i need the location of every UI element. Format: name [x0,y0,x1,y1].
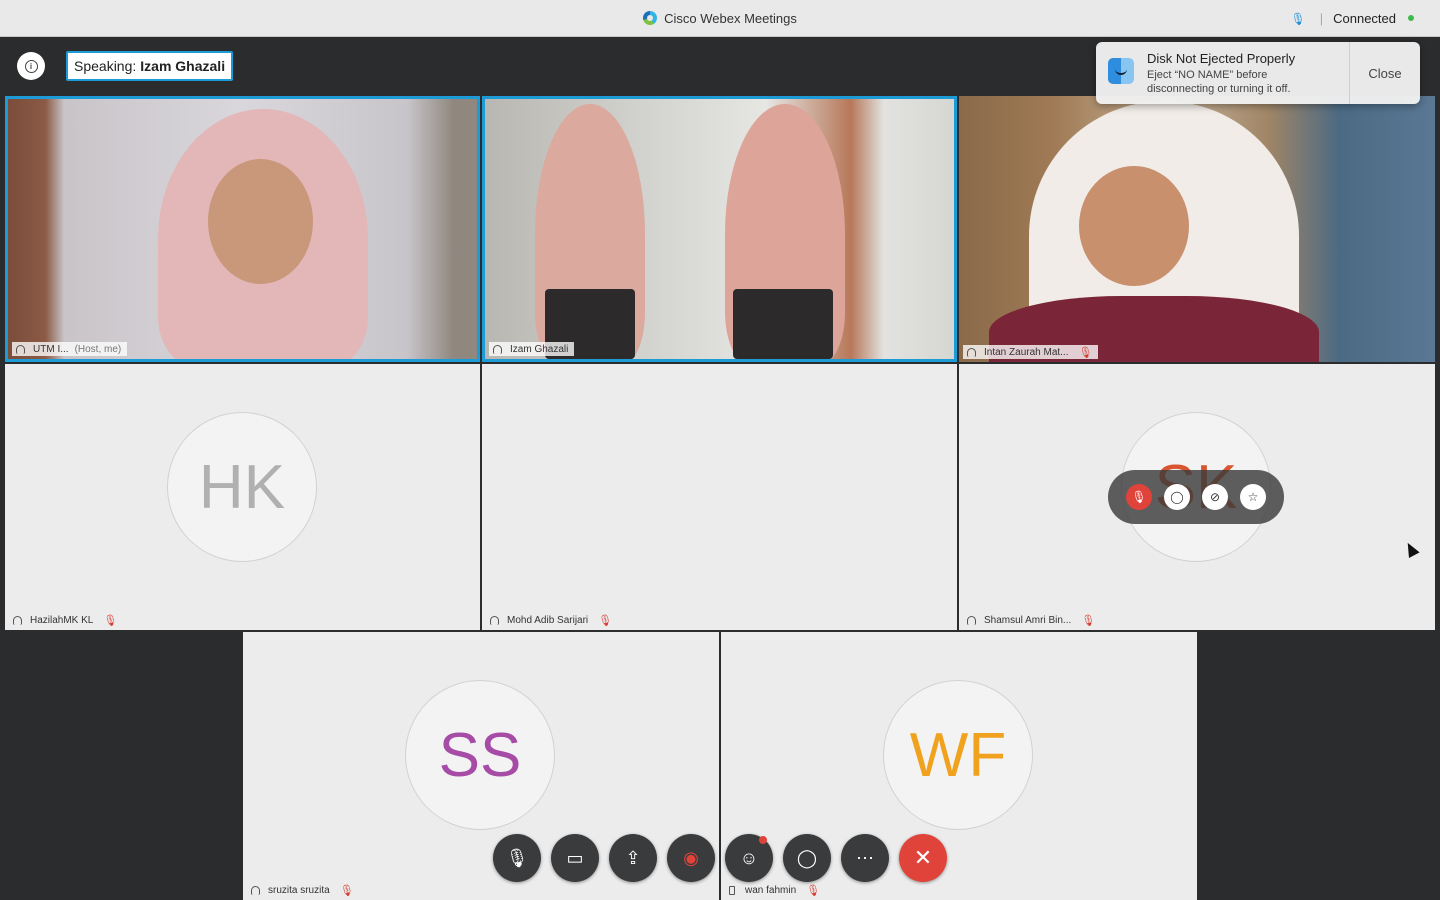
share-icon: ⇪ [625,847,641,868]
avatar: WF [883,680,1033,830]
audio-headset-icon [251,885,260,895]
info-icon: i [24,59,38,73]
avatar: HK [167,412,317,562]
participant-name-bar: sruzita sruzita 🎙︎ [247,883,360,897]
window-title: Cisco Webex Meetings [0,11,1440,26]
audio-headset-icon [13,615,22,625]
avatar: SS [405,680,555,830]
webex-logo-icon [643,11,658,25]
chat-icon: ◯ [1170,490,1184,504]
muted-mic-icon: 🎙︎ [103,614,118,627]
participant-hover-actions: 🎙︎ ◯ ⊘ ☆ [1108,470,1284,524]
participant-face [1079,166,1189,286]
chat-icon: ◯ [796,847,818,868]
disk-eject-notification: Disk Not Ejected Properly Eject “NO NAME… [1096,42,1420,104]
connected-indicator-icon [1408,15,1414,21]
notification-title: Disk Not Ejected Properly [1147,51,1296,66]
audio-headset-icon [967,615,976,625]
mute-participant-button[interactable]: 🎙︎ [1126,484,1152,510]
notification-body: Eject “NO NAME” before disconnecting or … [1147,69,1291,95]
block-icon: ⊘ [1209,490,1221,504]
participant-tile-hk[interactable]: HK HazilahMK KL 🎙︎ [5,364,480,630]
stop-video-button[interactable]: ▭ [551,834,599,882]
participants-button[interactable]: ☺ [725,834,773,882]
connection-status-label: Connected [1333,11,1396,26]
participant-name-bar: HazilahMK KL 🎙︎ [9,613,123,627]
participant-name-bar: Mohd Adib Sarijari 🎙︎ [486,613,618,627]
muted-mic-icon: 🎙︎ [1081,614,1096,627]
phone-audio-icon [729,885,735,895]
muted-mic-icon: 🎙︎ [339,884,354,897]
audio-headset-icon [493,344,502,354]
more-button[interactable]: ⋯ [841,834,889,882]
leave-icon: ✕ [913,845,933,870]
pin-participant-button[interactable]: ☆ [1240,484,1266,510]
mute-icon: 🎙︎ [505,847,529,868]
chat-participant-button[interactable]: ◯ [1164,484,1190,510]
speaking-indicator: Speaking: Izam Ghazali [66,51,234,81]
audio-headset-icon [490,615,499,625]
video-off-icon: ▭ [566,847,584,868]
finder-icon [1108,58,1134,84]
participant-video [485,99,954,359]
participant-name-bar: Shamsul Amri Bin... 🎙︎ [963,613,1101,627]
speaking-name: Izam Ghazali [140,58,226,74]
more-icon: ⋯ [856,847,874,868]
chat-button[interactable]: ◯ [783,834,831,882]
participant-tile-adib[interactable]: Mohd Adib Sarijari 🎙︎ [482,364,957,630]
notification-close-button[interactable]: Close [1350,42,1420,104]
leave-button[interactable]: ✕ [899,834,947,882]
title-bar: Cisco Webex Meetings 🎙︎ | Connected [0,0,1440,37]
video-tile-intan[interactable]: Intan Zaurah Mat... 🎙︎ [959,96,1435,362]
block-participant-button[interactable]: ⊘ [1202,484,1228,510]
participant-face [208,159,313,284]
participant-name-bar: wan fahmin 🎙︎ [725,883,826,897]
muted-mic-icon: 🎙︎ [1078,346,1093,359]
participants-icon: ☺ [739,847,759,868]
meeting-info-button[interactable]: i [17,52,45,80]
trousers-shape [733,289,833,359]
video-tile-host[interactable]: UTM I... (Host, me) [5,96,480,362]
mute-icon: 🎙︎ [1131,490,1147,504]
participant-video [8,99,477,359]
participant-name-bar: Intan Zaurah Mat... 🎙︎ [963,345,1099,359]
notification-badge [759,836,767,844]
mute-button[interactable]: 🎙︎ [493,834,541,882]
speaking-label: Speaking: [74,58,137,74]
video-tile-izam[interactable]: Izam Ghazali [482,96,957,362]
record-button[interactable]: ◉ [667,834,715,882]
participant-video [959,96,1435,362]
muted-mic-icon: 🎙︎ [598,614,613,627]
record-icon: ◉ [683,847,699,868]
share-button[interactable]: ⇪ [609,834,657,882]
audio-headset-icon [16,344,25,354]
audio-headset-icon [967,347,976,357]
participant-name-bar: UTM I... (Host, me) [12,342,128,356]
muted-mic-icon: 🎙︎ [806,884,821,897]
participant-name-bar: Izam Ghazali [489,342,575,356]
connection-status: 🎙︎ | Connected [1290,11,1414,26]
mic-status-icon: 🎙︎ [1290,12,1306,26]
pin-icon: ☆ [1247,490,1259,504]
